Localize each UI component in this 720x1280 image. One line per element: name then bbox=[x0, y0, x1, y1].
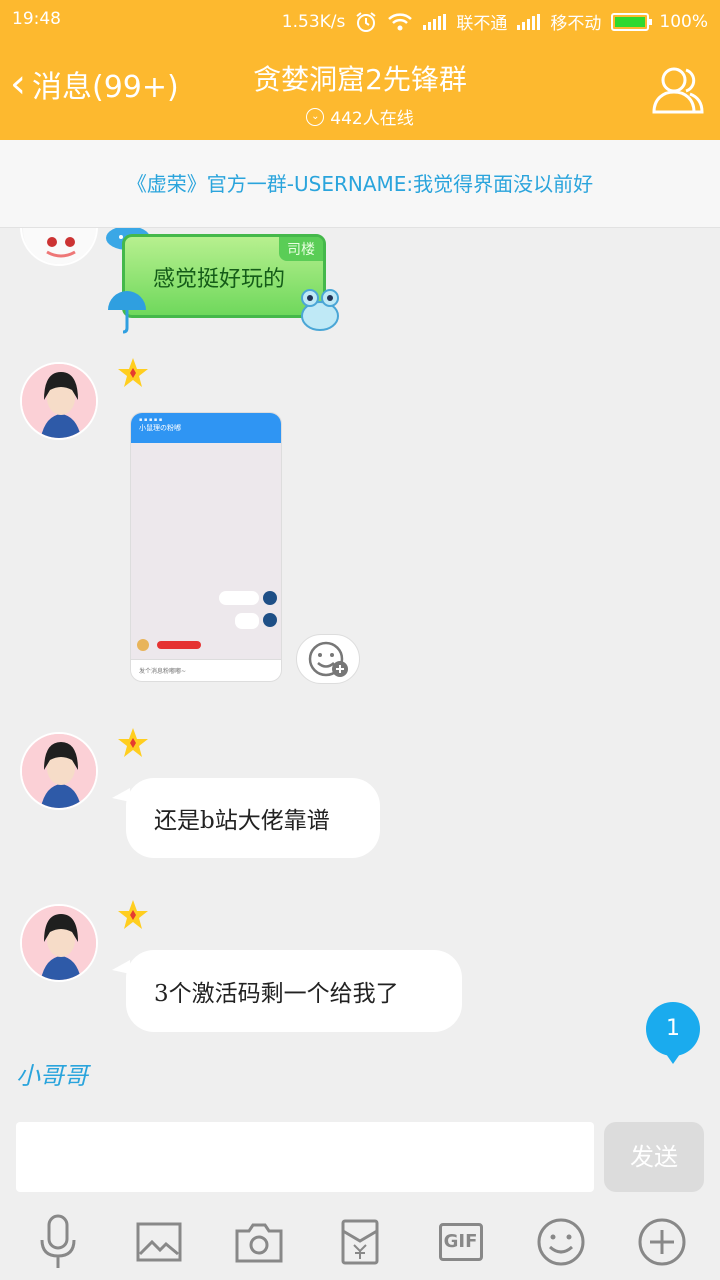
screenshot-bubble bbox=[235, 613, 259, 629]
image-message[interactable]: ▪ ▪ ▪ ▪ ▪ 小鼠理の粉嘟 发个消息粉嘟嘟~ bbox=[130, 412, 282, 682]
online-text: 442人在线 bbox=[330, 109, 414, 129]
input-toolbar: GIF bbox=[0, 1204, 720, 1280]
star-badge-icon bbox=[118, 358, 148, 387]
group-title: 贪婪洞窟2先锋群 bbox=[253, 63, 467, 96]
umbrella-sticker bbox=[108, 291, 146, 334]
message-text: 还是b站大佬靠谱 bbox=[154, 808, 330, 834]
battery-icon bbox=[611, 12, 653, 31]
input-bar: 发送 bbox=[0, 1108, 720, 1204]
carrier-2: 移不动 bbox=[550, 14, 602, 34]
chat-area[interactable]: 司楼 感觉挺好玩的 ▪ ▪ ▪ ▪ ▪ 小鼠理の粉嘟 发个消息粉嘟嘟~ 还是b站… bbox=[0, 228, 720, 1108]
voice-button[interactable] bbox=[26, 1210, 90, 1274]
camera-button[interactable] bbox=[227, 1210, 291, 1274]
network-speed: 1.53K/s bbox=[281, 11, 346, 32]
screenshot-statusbar: ▪ ▪ ▪ ▪ ▪ bbox=[139, 417, 163, 423]
plus-icon bbox=[638, 1218, 686, 1266]
avatar[interactable] bbox=[20, 732, 98, 810]
image-button[interactable] bbox=[127, 1210, 191, 1274]
camera-icon bbox=[235, 1223, 283, 1263]
screenshot-input: 发个消息粉嘟嘟~ bbox=[131, 659, 281, 681]
unread-badge[interactable]: 1 bbox=[646, 1002, 700, 1064]
avatar[interactable] bbox=[20, 362, 98, 440]
redaction-mark bbox=[157, 641, 201, 649]
frog-sticker bbox=[301, 289, 339, 331]
group-notice[interactable]: 《虚荣》官方一群-USERNAME:我觉得界面没以前好 bbox=[0, 140, 720, 228]
signal-icon bbox=[423, 13, 447, 30]
message-bubble[interactable]: 3个激活码剩一个给我了 bbox=[112, 950, 462, 1032]
carrier-1: 联不通 bbox=[456, 14, 508, 34]
battery-level: 100% bbox=[659, 11, 708, 32]
screenshot-avatar bbox=[137, 639, 149, 651]
message-text: 3个激活码剩一个给我了 bbox=[154, 981, 399, 1007]
star-badge-icon bbox=[118, 728, 148, 757]
add-reaction-button[interactable] bbox=[296, 634, 360, 684]
image-icon bbox=[136, 1222, 182, 1262]
status-right: 1.53K/s 联不通 移不动 100% bbox=[281, 9, 708, 35]
partial-sender-name: 小哥哥 bbox=[16, 1062, 88, 1090]
notice-text: 《虚荣》官方一群-USERNAME:我觉得界面没以前好 bbox=[126, 172, 594, 196]
top-bar: 19:48 1.53K/s 联不通 移不动 100% ‹ 消息(99+) 贪婪洞… bbox=[0, 0, 720, 140]
message-text: 感觉挺好玩的 bbox=[153, 267, 286, 292]
wifi-icon bbox=[388, 12, 413, 30]
emoji-add-icon bbox=[308, 641, 348, 677]
message-bubble[interactable]: 司楼 感觉挺好玩的 bbox=[122, 234, 326, 318]
title-area[interactable]: 贪婪洞窟2先锋群 ⌄ 442人在线 bbox=[180, 58, 540, 129]
group-members-button[interactable] bbox=[650, 62, 706, 116]
message-input[interactable] bbox=[16, 1122, 594, 1192]
microphone-icon bbox=[40, 1214, 76, 1268]
more-button[interactable] bbox=[630, 1210, 694, 1274]
screenshot-avatar bbox=[263, 613, 277, 627]
screenshot-bubble bbox=[219, 591, 259, 605]
online-count: ⌄ 442人在线 bbox=[180, 104, 540, 129]
status-time: 19:48 bbox=[12, 9, 61, 29]
emoji-icon bbox=[537, 1218, 585, 1266]
group-members-icon bbox=[652, 67, 704, 114]
message-bubble[interactable]: 还是b站大佬靠谱 bbox=[112, 778, 380, 858]
back-button[interactable]: ‹ 消息(99+) bbox=[10, 62, 179, 106]
chevron-down-icon: ⌄ bbox=[306, 107, 325, 126]
emoji-button[interactable] bbox=[529, 1210, 593, 1274]
back-label: 消息(99+) bbox=[32, 70, 179, 105]
alarm-icon bbox=[356, 11, 376, 32]
chevron-left-icon: ‹ bbox=[10, 61, 26, 107]
gif-button[interactable]: GIF bbox=[429, 1210, 493, 1274]
member-title-badge: 司楼 bbox=[279, 237, 323, 261]
status-bar: 19:48 1.53K/s 联不通 移不动 100% bbox=[0, 0, 720, 40]
screenshot-avatar bbox=[263, 591, 277, 605]
avatar[interactable] bbox=[20, 228, 98, 266]
red-packet-icon bbox=[341, 1219, 379, 1265]
star-badge-icon bbox=[118, 900, 148, 929]
screenshot-title: 小鼠理の粉嘟 bbox=[139, 424, 181, 432]
avatar[interactable] bbox=[20, 904, 98, 982]
screenshot-header: ▪ ▪ ▪ ▪ ▪ 小鼠理の粉嘟 bbox=[131, 413, 281, 443]
signal-icon-2 bbox=[517, 13, 541, 30]
red-packet-button[interactable] bbox=[328, 1210, 392, 1274]
send-button[interactable]: 发送 bbox=[604, 1122, 704, 1192]
gif-icon: GIF bbox=[438, 1223, 483, 1261]
